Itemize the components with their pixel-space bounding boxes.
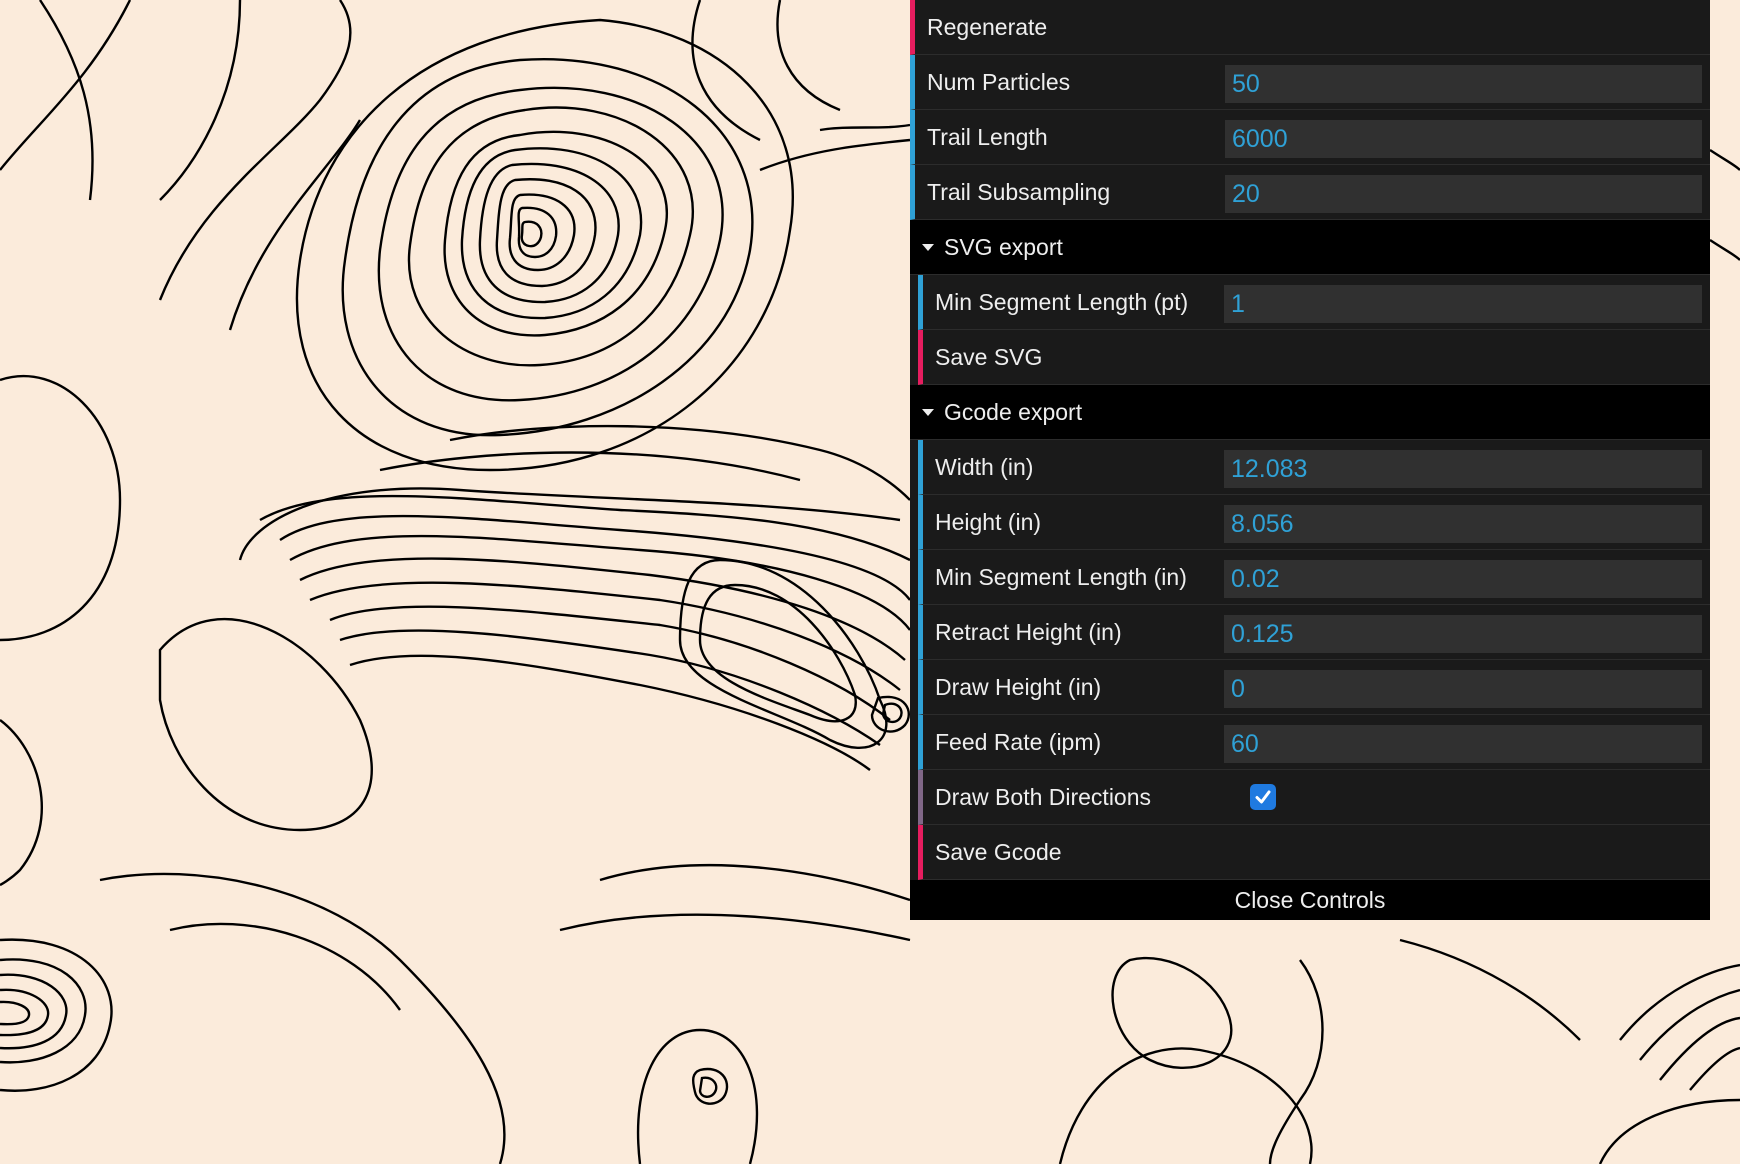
- draw-both-directions-checkbox[interactable]: [1250, 784, 1276, 810]
- svg-export-title: SVG export: [944, 233, 1063, 260]
- num-particles-input[interactable]: [1225, 65, 1702, 103]
- save-gcode-label: Save Gcode: [935, 838, 1062, 865]
- draw-height-row: Draw Height (in): [918, 660, 1710, 715]
- gcode-width-row: Width (in): [918, 440, 1710, 495]
- draw-both-directions-row: Draw Both Directions: [918, 770, 1710, 825]
- trail-subsampling-row: Trail Subsampling: [910, 165, 1710, 220]
- feed-rate-input[interactable]: [1224, 725, 1702, 763]
- svg-min-segment-row: Min Segment Length (pt): [918, 275, 1710, 330]
- save-gcode-button[interactable]: Save Gcode: [918, 825, 1710, 880]
- gcode-min-segment-label: Min Segment Length (in): [935, 563, 1187, 590]
- gcode-min-segment-input[interactable]: [1224, 560, 1702, 598]
- retract-height-row: Retract Height (in): [918, 605, 1710, 660]
- gcode-export-folder-toggle[interactable]: Gcode export: [910, 385, 1710, 440]
- trail-subsampling-label: Trail Subsampling: [927, 178, 1111, 205]
- trail-length-label: Trail Length: [927, 123, 1048, 150]
- feed-rate-row: Feed Rate (ipm): [918, 715, 1710, 770]
- gcode-min-segment-row: Min Segment Length (in): [918, 550, 1710, 605]
- trail-subsampling-input[interactable]: [1225, 175, 1702, 213]
- spiral-bottom-left: [0, 938, 113, 1092]
- svg-min-segment-label: Min Segment Length (pt): [935, 288, 1189, 315]
- num-particles-row: Num Particles: [910, 55, 1710, 110]
- draw-height-input[interactable]: [1224, 670, 1702, 708]
- save-svg-label: Save SVG: [935, 343, 1043, 370]
- gcode-width-input[interactable]: [1224, 450, 1702, 488]
- gcode-height-row: Height (in): [918, 495, 1710, 550]
- loop-bottom-middle: [636, 1028, 759, 1164]
- save-svg-button[interactable]: Save SVG: [918, 330, 1710, 385]
- draw-both-directions-label: Draw Both Directions: [935, 783, 1152, 810]
- caret-down-icon: [922, 408, 934, 416]
- controls-panel: Regenerate Num Particles Trail Length Tr…: [910, 0, 1710, 920]
- spiral-top: [295, 18, 794, 472]
- gcode-export-title: Gcode export: [944, 398, 1083, 425]
- feed-rate-label: Feed Rate (ipm): [935, 728, 1102, 755]
- trail-length-input[interactable]: [1225, 120, 1702, 158]
- retract-height-input[interactable]: [1224, 615, 1702, 653]
- gcode-height-input[interactable]: [1224, 505, 1702, 543]
- num-particles-label: Num Particles: [927, 68, 1071, 95]
- close-controls-button[interactable]: Close Controls: [910, 880, 1710, 920]
- retract-height-label: Retract Height (in): [935, 618, 1122, 645]
- trail-length-row: Trail Length: [910, 110, 1710, 165]
- caret-down-icon: [922, 243, 934, 251]
- regenerate-label: Regenerate: [927, 13, 1048, 40]
- gcode-width-label: Width (in): [935, 453, 1034, 480]
- gcode-height-label: Height (in): [935, 508, 1042, 535]
- regenerate-button[interactable]: Regenerate: [910, 0, 1710, 55]
- svg-export-folder-toggle[interactable]: SVG export: [910, 220, 1710, 275]
- draw-height-label: Draw Height (in): [935, 673, 1102, 700]
- checkmark-icon: [1255, 790, 1271, 804]
- contour-bundle-middle: [238, 487, 911, 771]
- svg-min-segment-input[interactable]: [1224, 285, 1702, 323]
